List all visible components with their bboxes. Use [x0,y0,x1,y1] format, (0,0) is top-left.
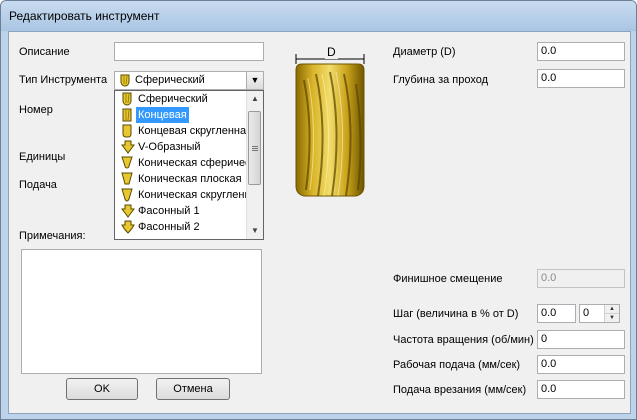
chevron-down-icon[interactable]: ▼ [246,72,263,89]
dialog-body: Описание Тип Инструмента Сферический ▼ Н… [8,31,631,414]
plunge-rate-label: Подача врезания (мм/сек) [393,384,527,396]
stepover-input[interactable]: 0.0 [537,304,576,323]
dropdown-item[interactable]: Коническая плоская [115,171,246,187]
tapered-flat-tool-icon [121,172,133,187]
finish-offset-label: Финишное смещение [393,273,503,285]
diameter-input[interactable]: 0.0 [537,42,625,61]
diameter-dimension-label: D [325,45,338,59]
stepover-label: Шаг (величина в % от D) [393,308,519,320]
description-input[interactable] [114,42,264,61]
scroll-up-icon[interactable]: ▲ [247,91,263,107]
depth-input[interactable]: 0.0 [537,69,625,88]
cancel-button[interactable]: Отмена [156,378,230,400]
finish-offset-input: 0.0 [537,269,625,288]
dropdown-item[interactable]: Коническая скругленная [115,187,246,203]
end-mill-tool-icon [121,108,133,123]
bull-nose-tool-icon [121,124,133,139]
form-tool-icon [121,204,135,219]
spin-down-icon[interactable]: ▼ [604,314,619,322]
units-label: Единицы [19,151,66,163]
dropdown-item[interactable]: Фасонный 1 [115,203,246,219]
ok-button[interactable]: OK [66,378,138,400]
title-bar[interactable]: Редактировать инструмент [1,1,636,31]
plunge-rate-input[interactable]: 0.0 [537,380,625,399]
feed-rate-input[interactable]: 0.0 [537,355,625,374]
description-label: Описание [19,46,70,58]
spindle-speed-label: Частота вращения (об/мин) [393,334,534,346]
v-bit-tool-icon [121,140,135,155]
tool-type-label: Тип Инструмента [19,74,108,86]
tool-preview: D [294,45,366,200]
tool-type-combobox[interactable]: Сферический ▼ [114,71,264,90]
spindle-speed-input[interactable]: 0 [537,330,625,349]
dropdown-item[interactable]: Концевая скругленная [115,123,246,139]
depth-label: Глубина за проход [393,74,489,86]
tapered-ball-tool-icon [121,156,133,171]
feed-label: Подача [19,179,57,191]
scroll-down-icon[interactable]: ▼ [247,223,263,239]
tool-type-dropdown-list[interactable]: Сферический Концевая Концевая скругленна… [114,90,264,240]
tapered-bull-tool-icon [121,188,133,203]
dropdown-item[interactable]: V-Образный [115,139,246,155]
dropdown-item[interactable]: Сферический [115,91,246,107]
ball-end-tool-icon [119,74,131,90]
diameter-label: Диаметр (D) [393,46,456,58]
stepover-percent-spinner[interactable]: 0 ▲ ▼ [579,304,620,323]
notes-label: Примечания: [19,230,86,242]
dialog-window: Редактировать инструмент Описание Тип Ин… [0,0,637,420]
feed-rate-label: Рабочая подача (мм/сек) [393,359,521,371]
dropdown-scrollbar[interactable]: ▲ ▼ [246,91,263,239]
number-label: Номер [19,104,53,116]
spin-up-icon[interactable]: ▲ [604,305,619,314]
window-title: Редактировать инструмент [9,9,160,23]
tool-type-value: Сферический [135,74,205,86]
dropdown-item[interactable]: Коническая сферическая [115,155,246,171]
dropdown-item-selected[interactable]: Концевая [115,107,246,123]
dropdown-item[interactable]: Фасонный 2 [115,219,246,235]
notes-textarea[interactable] [21,249,262,374]
ball-end-tool-icon [121,92,133,107]
form-tool-icon [121,220,135,235]
scroll-thumb[interactable] [248,111,261,185]
